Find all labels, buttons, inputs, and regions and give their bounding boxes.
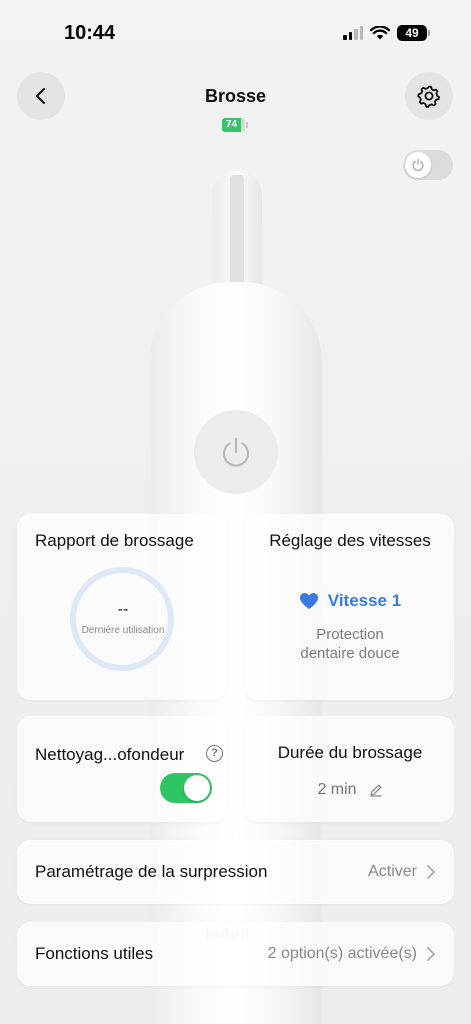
power-toggle[interactable] bbox=[403, 150, 453, 180]
brushing-report-card[interactable]: Rapport de brossage -- Dernière utilisat… bbox=[17, 514, 227, 700]
pressure-settings-row[interactable]: Paramétrage de la surpression Activer bbox=[17, 840, 454, 904]
device-battery-level: 74 bbox=[222, 118, 242, 132]
status-time: 10:44 bbox=[64, 22, 116, 44]
brushing-duration-card[interactable]: Durée du brossage 2 min bbox=[244, 716, 454, 822]
duration-title: Durée du brossage bbox=[277, 743, 423, 762]
deep-clean-toggle[interactable] bbox=[160, 773, 212, 803]
useful-functions-row[interactable]: Fonctions utiles 2 option(s) activée(s) bbox=[17, 922, 454, 986]
pressure-settings-label: Paramétrage de la surpression bbox=[35, 862, 268, 881]
report-caption: Dernière utilisation bbox=[81, 625, 165, 636]
chevron-right-icon bbox=[427, 865, 435, 879]
duration-row: 2 min bbox=[245, 781, 455, 799]
speed-description-line2: dentaire douce bbox=[300, 645, 400, 662]
brush-power-button-icon bbox=[194, 410, 278, 494]
deep-clean-card: Nettoyag...ofondeur ? bbox=[17, 716, 227, 822]
useful-functions-value: 2 option(s) activée(s) bbox=[267, 945, 417, 962]
deep-clean-title: Nettoyag...ofondeur bbox=[35, 745, 185, 764]
speed-settings-card[interactable]: Réglage des vitesses Vitesse 1 Protectio… bbox=[244, 514, 454, 700]
wifi-icon bbox=[370, 26, 390, 40]
device-battery-badge: 74 bbox=[222, 118, 249, 132]
help-icon[interactable]: ? bbox=[206, 745, 223, 762]
cellular-signal-icon bbox=[343, 26, 363, 40]
report-title: Rapport de brossage bbox=[35, 531, 194, 550]
report-progress-ring bbox=[70, 567, 174, 671]
heart-icon bbox=[299, 593, 318, 609]
status-bar: 10:44 49 bbox=[0, 0, 471, 64]
brush-neck bbox=[212, 170, 262, 290]
status-indicators: 49 bbox=[343, 25, 430, 41]
power-icon bbox=[405, 152, 431, 178]
duration-value: 2 min bbox=[317, 781, 357, 798]
speed-selection: Vitesse 1 bbox=[245, 591, 455, 611]
brush-stem bbox=[230, 175, 244, 285]
speed-description: Protection dentaire douce bbox=[245, 625, 455, 663]
pencil-icon[interactable] bbox=[369, 783, 383, 797]
phone-battery-icon: 49 bbox=[397, 25, 430, 41]
page-title: Brosse bbox=[204, 86, 267, 106]
chevron-right-icon bbox=[427, 947, 435, 961]
useful-functions-label: Fonctions utiles bbox=[35, 944, 154, 963]
report-value: -- bbox=[117, 601, 129, 618]
speed-title: Réglage des vitesses bbox=[269, 531, 431, 550]
gear-icon bbox=[417, 85, 440, 108]
speed-description-line1: Protection bbox=[316, 626, 384, 643]
settings-button[interactable] bbox=[405, 72, 453, 120]
speed-value: Vitesse 1 bbox=[327, 591, 402, 610]
pressure-settings-value: Activer bbox=[368, 863, 417, 880]
